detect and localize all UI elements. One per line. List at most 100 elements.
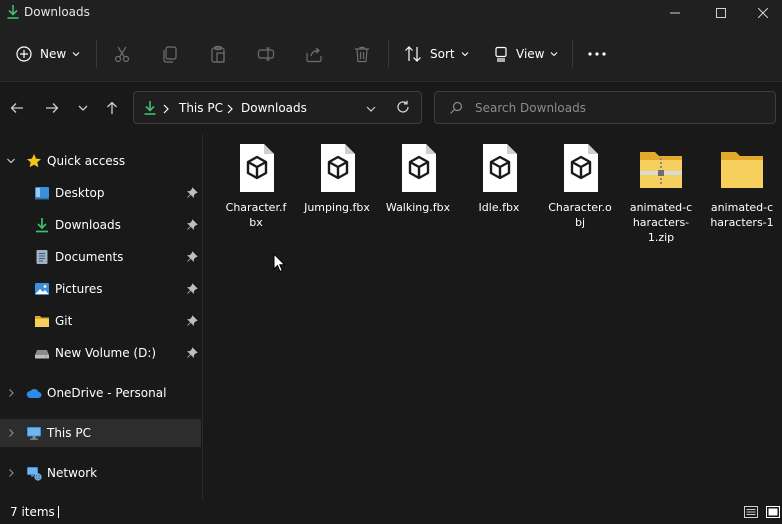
paste-button[interactable] <box>206 42 230 66</box>
3d-object-file-icon <box>564 144 598 192</box>
file-item[interactable]: Jumping.fbx <box>302 142 372 215</box>
chevron-down-icon <box>72 52 80 57</box>
sidebar-item-git[interactable]: Git <box>0 307 201 335</box>
arrow-right-icon <box>46 103 59 113</box>
download-icon <box>6 4 20 23</box>
tiles-view-icon <box>766 506 780 518</box>
maximize-button[interactable] <box>698 0 744 26</box>
sort-button[interactable]: Sort <box>404 38 469 70</box>
file-name: Character.fbx <box>225 201 287 229</box>
sidebar-item-documents[interactable]: Documents <box>0 243 201 271</box>
cut-button[interactable] <box>110 42 134 66</box>
zip-folder-icon <box>640 152 682 188</box>
arrow-left-icon <box>10 103 23 113</box>
view-button[interactable]: View <box>494 38 558 70</box>
view-icon <box>495 46 507 62</box>
3d-object-file-icon <box>483 144 517 192</box>
sidebar-label: Desktop <box>55 186 105 200</box>
file-name: Idle.fbx <box>478 201 520 214</box>
status-bar: 7 items <box>0 500 782 524</box>
sidebar-item-this-pc[interactable]: This PC <box>0 419 201 447</box>
details-view-button[interactable] <box>742 503 760 521</box>
sidebar-label: Quick access <box>47 154 126 168</box>
breadcrumb-this-pc[interactable]: This PC <box>179 101 223 115</box>
file-item[interactable]: Character.obj <box>545 142 615 230</box>
file-item[interactable]: animated-characters-1.zip <box>626 142 696 245</box>
pin-icon <box>187 283 198 294</box>
file-name: Character.obj <box>548 201 612 229</box>
copy-icon <box>163 46 177 63</box>
sidebar-label: New Volume (D:) <box>55 346 157 360</box>
recent-locations-button[interactable] <box>71 96 95 120</box>
sidebar-item-network[interactable]: Network <box>0 459 201 487</box>
pin-icon <box>187 315 198 326</box>
paste-icon <box>211 45 225 63</box>
tiles-view-button[interactable] <box>764 503 782 521</box>
pictures-icon <box>35 283 49 295</box>
up-button[interactable] <box>100 96 124 120</box>
minimize-button[interactable] <box>652 0 698 26</box>
delete-icon <box>355 46 369 63</box>
folder-icon <box>721 152 763 188</box>
close-icon <box>758 8 768 18</box>
sidebar-item-downloads[interactable]: Downloads <box>0 211 201 239</box>
search-input[interactable]: Search Downloads <box>434 91 776 124</box>
sidebar-item-desktop[interactable]: Desktop <box>0 179 201 207</box>
more-options-button[interactable] <box>585 42 609 66</box>
arrow-up-icon <box>107 101 117 114</box>
delete-button[interactable] <box>350 42 374 66</box>
forward-button[interactable] <box>40 96 64 120</box>
file-item[interactable]: animated-characters-1 <box>707 142 777 230</box>
chevron-right-icon <box>9 469 14 477</box>
back-button[interactable] <box>5 96 29 120</box>
pin-icon <box>187 187 198 198</box>
sidebar-label: Pictures <box>55 282 103 296</box>
network-icon <box>27 467 42 481</box>
sidebar-item-quick-access[interactable]: Quick access <box>0 147 201 175</box>
new-button-label: New <box>40 47 67 61</box>
cloud-icon <box>26 388 42 398</box>
pin-icon <box>187 219 198 230</box>
sidebar-label: This PC <box>47 426 91 440</box>
minimize-icon <box>670 12 680 14</box>
address-history-button[interactable] <box>366 103 376 117</box>
details-view-icon <box>744 506 758 518</box>
3d-object-file-icon <box>240 144 274 192</box>
view-button-label: View <box>516 47 545 61</box>
desktop-icon <box>35 187 49 200</box>
maximize-icon <box>716 8 726 18</box>
title-bar: Downloads <box>0 0 782 26</box>
drive-icon <box>35 350 49 359</box>
file-item[interactable]: Idle.fbx <box>464 142 534 215</box>
chevron-right-icon <box>9 429 14 437</box>
sidebar-item-onedrive[interactable]: OneDrive - Personal <box>0 379 201 407</box>
refresh-icon <box>397 100 409 113</box>
sort-icon <box>405 46 421 62</box>
chevron-right-icon <box>162 103 170 117</box>
pin-icon <box>187 347 198 358</box>
file-name: animated-characters-1 <box>710 201 774 229</box>
chevron-down-icon <box>7 158 15 164</box>
sidebar-label: Git <box>55 314 73 328</box>
file-item[interactable]: Character.fbx <box>221 142 291 230</box>
refresh-button[interactable] <box>396 100 410 117</box>
window-title: Downloads <box>24 5 90 19</box>
sidebar-label: Network <box>47 466 98 480</box>
close-button[interactable] <box>744 0 782 26</box>
chevron-right-icon <box>226 103 234 117</box>
pin-icon <box>187 251 198 262</box>
rename-button[interactable] <box>254 42 278 66</box>
mouse-cursor-icon <box>273 253 286 273</box>
divider <box>388 40 389 68</box>
copy-button[interactable] <box>158 42 182 66</box>
sidebar-item-pictures[interactable]: Pictures <box>0 275 201 303</box>
item-count: 7 items <box>10 505 55 519</box>
sidebar-label: OneDrive - Personal <box>47 386 167 400</box>
address-bar[interactable]: This PC Downloads <box>133 91 422 124</box>
breadcrumb-downloads[interactable]: Downloads <box>241 101 307 115</box>
download-icon <box>36 218 48 233</box>
share-button[interactable] <box>302 42 326 66</box>
sidebar-item-new-volume[interactable]: New Volume (D:) <box>0 339 201 367</box>
file-item[interactable]: Walking.fbx <box>383 142 453 215</box>
new-button[interactable]: New <box>16 38 80 70</box>
